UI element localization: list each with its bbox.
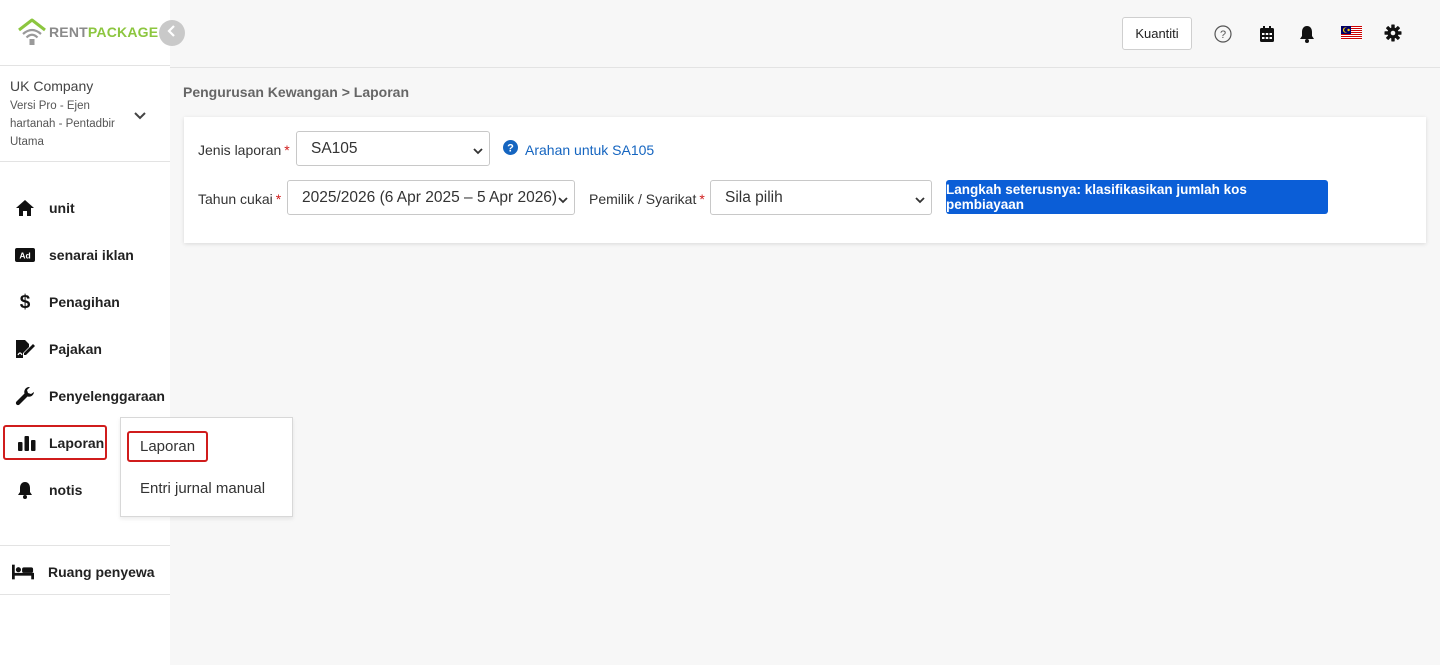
company-name: UK Company: [10, 78, 94, 94]
required-marker: *: [699, 191, 705, 207]
collapse-sidebar-button[interactable]: [159, 20, 185, 46]
sidebar-item-label: senarai iklan: [49, 247, 134, 263]
top-bar: Kuantiti ?: [170, 0, 1440, 68]
sidebar-item-label: Pajakan: [49, 341, 102, 357]
svg-text:?: ?: [507, 143, 514, 155]
sidebar-item-tenant-room[interactable]: Ruang penyewa: [0, 554, 170, 590]
required-marker: *: [275, 191, 282, 207]
signature-icon: [14, 338, 36, 360]
home-icon: [14, 197, 36, 219]
report-type-select[interactable]: SA105: [296, 131, 490, 166]
logo[interactable]: RENTPACKAGE: [17, 18, 158, 46]
owner-label: Pemilik / Syarikat *: [589, 191, 705, 207]
sidebar-item-label: Ruang penyewa: [48, 564, 155, 580]
notification-bell-icon[interactable]: [1297, 24, 1317, 44]
wrench-icon: [14, 385, 36, 407]
sidebar-item-label: Penyelenggaraan: [49, 388, 165, 404]
sidebar-item-billing[interactable]: $ Penagihan: [0, 284, 170, 320]
sidebar-item-listings[interactable]: Ad senarai iklan: [0, 237, 170, 273]
owner-value: Sila pilih: [725, 188, 783, 206]
report-form-card: Jenis laporan * SA105 ? Arahan untuk SA10…: [184, 117, 1426, 243]
breadcrumb-parent[interactable]: Pengurusan Kewangan: [183, 84, 338, 100]
report-type-value: SA105: [311, 139, 358, 157]
breadcrumb: Pengurusan Kewangan > Laporan: [183, 84, 409, 100]
bed-icon: [12, 561, 34, 583]
sidebar-item-label: Penagihan: [49, 294, 120, 310]
submenu-item-manual-journal[interactable]: Entri jurnal manual: [140, 480, 265, 497]
chevron-left-icon: [167, 24, 177, 42]
sidebar-item-label: unit: [49, 200, 75, 216]
chevron-down-icon[interactable]: [133, 108, 147, 126]
sidebar-item-maintenance[interactable]: Penyelenggaraan: [0, 378, 170, 414]
ad-icon: Ad: [14, 244, 36, 266]
divider: [0, 594, 170, 595]
logo-text: RENTPACKAGE: [49, 24, 159, 40]
sidebar-item-reports[interactable]: Laporan: [3, 425, 107, 460]
submenu-item-reports[interactable]: Laporan: [127, 431, 209, 462]
bell-icon: [14, 479, 36, 501]
divider: [0, 161, 170, 162]
divider: [0, 545, 170, 546]
owner-select[interactable]: Sila pilih: [710, 180, 932, 215]
sidebar-item-label: Laporan: [49, 434, 105, 451]
chevron-down-icon: [915, 192, 925, 210]
company-subtitle: Versi Pro - Ejen hartanah - Pentadbir Ut…: [10, 100, 115, 148]
malaysia-flag-icon[interactable]: [1340, 23, 1362, 43]
wifi-house-logo-icon: [17, 18, 47, 46]
reports-submenu: Laporan Entri jurnal manual: [120, 417, 293, 517]
dollar-icon: $: [14, 291, 36, 313]
divider: [0, 65, 170, 66]
question-circle-icon: ?: [503, 140, 518, 160]
tax-year-label: Tahun cukai *: [198, 191, 282, 207]
chevron-down-icon: [473, 143, 483, 161]
sidebar-item-label: notis: [49, 482, 83, 498]
sa105-guide-link[interactable]: ? Arahan untuk SA105: [503, 140, 654, 160]
chevron-down-icon: [558, 192, 568, 210]
settings-gear-icon[interactable]: [1383, 23, 1403, 43]
next-step-button[interactable]: Langkah seterusnya: klasifikasikan jumla…: [946, 180, 1328, 214]
quantity-button[interactable]: Kuantiti: [1122, 17, 1192, 50]
sa105-guide-link-text: Arahan untuk SA105: [525, 142, 655, 158]
svg-text:?: ?: [1220, 29, 1226, 41]
help-icon[interactable]: ?: [1213, 24, 1233, 44]
svg-text:Ad: Ad: [19, 251, 30, 261]
required-marker: *: [284, 142, 290, 158]
report-type-label: Jenis laporan *: [198, 142, 290, 158]
tax-year-value: 2025/2026 (6 Apr 2025 – 5 Apr 2026): [302, 188, 558, 206]
bar-chart-icon: [16, 432, 38, 454]
breadcrumb-separator: >: [341, 84, 350, 100]
sidebar-item-leases[interactable]: Pajakan: [0, 331, 170, 367]
tax-year-select[interactable]: 2025/2026 (6 Apr 2025 – 5 Apr 2026): [287, 180, 575, 215]
svg-text:$: $: [20, 292, 31, 312]
sidebar-item-unit[interactable]: unit: [0, 190, 170, 226]
calendar-icon[interactable]: [1257, 24, 1277, 44]
sidebar: RENTPACKAGE UK Company Versi Pro - Ejen …: [0, 0, 170, 665]
breadcrumb-current: Laporan: [353, 84, 410, 100]
